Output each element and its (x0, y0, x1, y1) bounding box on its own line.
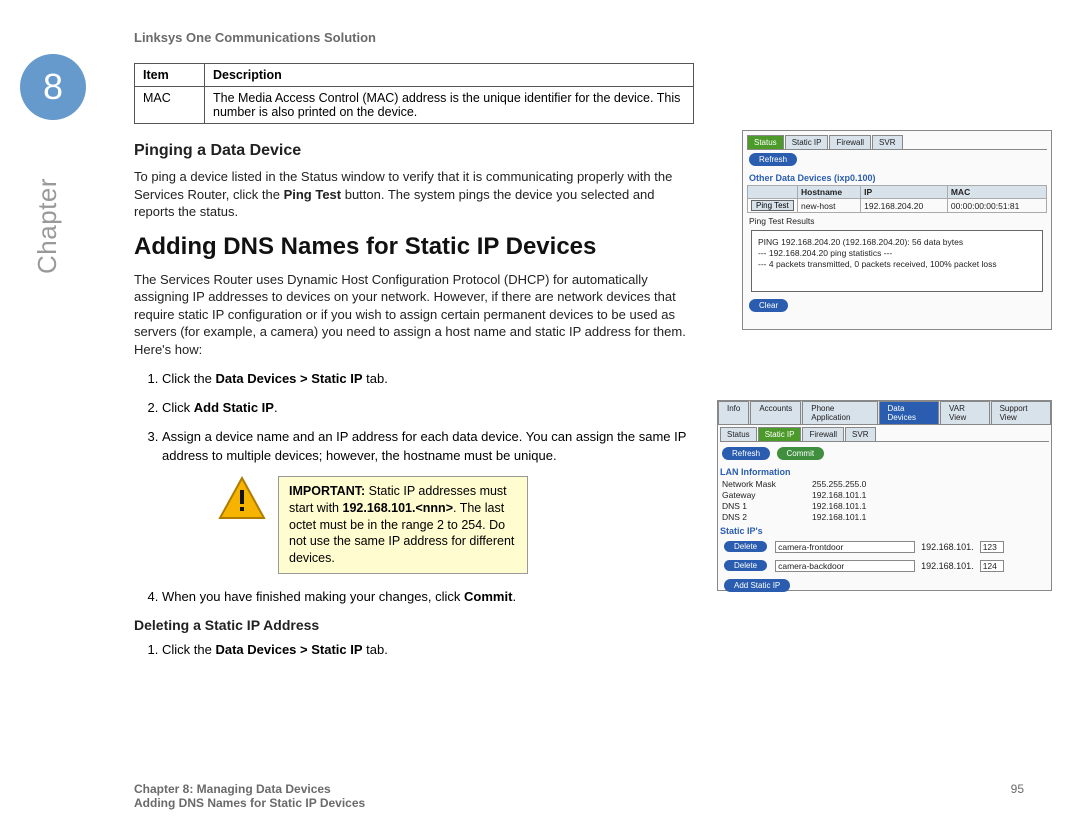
step-item: When you have finished making your chang… (162, 588, 694, 607)
section-heading: Deleting a Static IP Address (134, 617, 1054, 633)
hostname-input[interactable]: camera-backdoor (775, 560, 915, 572)
refresh-button[interactable]: Refresh (749, 153, 797, 166)
table-header-desc: Description (205, 64, 694, 87)
body-paragraph: The Services Router uses Dynamic Host Co… (134, 271, 694, 359)
ordered-steps: Click the Data Devices > Static IP tab. … (134, 370, 694, 465)
top-tab-data-devices[interactable]: Data Devices (879, 401, 940, 424)
static-ip-row: Delete camera-backdoor 192.168.101. 124 (722, 557, 1047, 574)
step-item: Click the Data Devices > Static IP tab. (162, 641, 694, 660)
top-tab-support[interactable]: Support View (991, 401, 1051, 424)
tab-status[interactable]: Status (747, 135, 784, 149)
add-static-ip-button[interactable]: Add Static IP (724, 579, 790, 592)
hostname-input[interactable]: camera-frontdoor (775, 541, 915, 553)
tab-svr[interactable]: SVR (845, 427, 875, 441)
ping-results-label: Ping Test Results (749, 216, 1047, 226)
devices-table: Hostname IP MAC Ping Test new-host 192.1… (747, 185, 1047, 213)
screenshot-static-ip: Info Accounts Phone Application Data Dev… (717, 400, 1052, 591)
top-tab-var[interactable]: VAR View (940, 401, 990, 424)
refresh-button[interactable]: Refresh (722, 447, 770, 460)
table-row: Ping Test new-host 192.168.204.20 00:00:… (748, 199, 1047, 213)
other-devices-title: Other Data Devices (ixp0.100) (749, 173, 1047, 183)
chapter-sidebar: 8 Chapter (14, 54, 94, 214)
ip-octet-input[interactable]: 123 (980, 541, 1004, 553)
important-box: IMPORTANT: Static IP addresses must star… (278, 476, 528, 574)
tab-static-ip[interactable]: Static IP (758, 427, 802, 441)
step-item: Assign a device name and an IP address f… (162, 428, 694, 466)
delete-button[interactable]: Delete (724, 541, 767, 552)
footer-chapter: Chapter 8: Managing Data Devices (134, 782, 331, 796)
top-tab-accounts[interactable]: Accounts (750, 401, 801, 424)
top-tab-phone[interactable]: Phone Application (802, 401, 877, 424)
chapter-number-badge: 8 (20, 54, 86, 120)
ping-test-button[interactable]: Ping Test (751, 200, 794, 211)
step-item: Click Add Static IP. (162, 399, 694, 418)
ordered-steps: When you have finished making your chang… (134, 588, 694, 607)
body-paragraph: To ping a device listed in the Status wi… (134, 168, 694, 221)
page-footer: Chapter 8: Managing Data Devices Adding … (134, 782, 1054, 810)
description-table: Item Description MAC The Media Access Co… (134, 63, 694, 124)
top-tab-info[interactable]: Info (718, 401, 749, 424)
tab-status[interactable]: Status (720, 427, 757, 441)
chapter-label: Chapter (32, 178, 63, 274)
ping-results-box: PING 192.168.204.20 (192.168.204.20): 56… (751, 230, 1043, 292)
clear-button[interactable]: Clear (749, 299, 788, 312)
ip-octet-input[interactable]: 124 (980, 560, 1004, 572)
page-header: Linksys One Communications Solution (134, 30, 1054, 45)
tab-static-ip[interactable]: Static IP (785, 135, 829, 149)
tab-svr[interactable]: SVR (872, 135, 902, 149)
warning-icon (218, 476, 266, 520)
commit-button[interactable]: Commit (777, 447, 825, 460)
footer-section: Adding DNS Names for Static IP Devices (134, 796, 365, 810)
page-number: 95 (1011, 782, 1024, 796)
lan-info-grid: Network Mask255.255.255.0 Gateway192.168… (718, 479, 1051, 522)
table-cell-item: MAC (135, 87, 205, 124)
table-row: MAC The Media Access Control (MAC) addre… (135, 87, 694, 124)
ip-prefix-label: 192.168.101. (921, 542, 974, 552)
ip-prefix-label: 192.168.101. (921, 561, 974, 571)
delete-button[interactable]: Delete (724, 560, 767, 571)
chapter-number: 8 (43, 66, 63, 108)
tab-firewall[interactable]: Firewall (802, 427, 844, 441)
table-header-item: Item (135, 64, 205, 87)
static-ip-row: Delete camera-frontdoor 192.168.101. 123 (722, 538, 1047, 555)
ordered-steps: Click the Data Devices > Static IP tab. (134, 641, 694, 660)
tab-firewall[interactable]: Firewall (829, 135, 871, 149)
screenshot-ping-status: Status Static IP Firewall SVR Refresh Ot… (742, 130, 1052, 330)
lan-info-title: LAN Information (720, 467, 1051, 477)
static-ips-title: Static IP's (720, 526, 1051, 536)
table-cell-desc: The Media Access Control (MAC) address i… (205, 87, 694, 124)
step-item: Click the Data Devices > Static IP tab. (162, 370, 694, 389)
